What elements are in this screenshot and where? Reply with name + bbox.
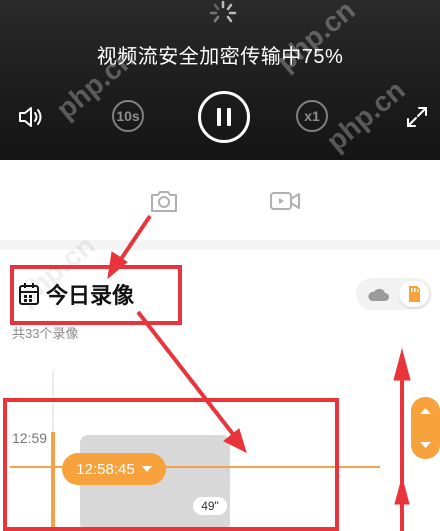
playback-speed-button[interactable]: x1 (296, 100, 328, 132)
up-down-arrows-icon (420, 408, 431, 448)
rewind-10s-button[interactable]: 10s (112, 100, 144, 132)
sd-card-icon (409, 286, 420, 302)
fullscreen-button[interactable] (402, 102, 432, 132)
watermark: php.cn (320, 74, 411, 157)
speed-label: x1 (304, 108, 320, 124)
zoom-track (401, 345, 403, 531)
sd-card-option[interactable] (399, 281, 429, 307)
rewind-label: 10s (116, 108, 140, 124)
speaker-icon (19, 107, 42, 127)
action-toolbar (0, 160, 440, 240)
video-camera-icon (270, 192, 300, 210)
pause-icon (217, 108, 221, 126)
storage-source-toggle[interactable] (356, 278, 432, 310)
volume-button[interactable] (16, 102, 46, 132)
camera-icon (151, 191, 177, 212)
recordings-count: 共33个录像 (12, 326, 79, 341)
cloud-icon (368, 288, 389, 301)
annotation-box-title (10, 265, 182, 325)
annotation-box-timeline (3, 398, 339, 531)
record-button[interactable] (266, 186, 304, 216)
loading-spinner-icon (209, 0, 237, 23)
screenshot-button[interactable] (147, 186, 181, 216)
expand-icon (407, 107, 427, 127)
timeline-scroll-handle[interactable] (411, 397, 440, 459)
pause-button[interactable] (198, 91, 250, 143)
stream-status-text: 视频流安全加密传输中75% (96, 46, 344, 68)
video-player[interactable]: 视频流安全加密传输中75% php.cn php.cn php.cn 10s x… (0, 0, 440, 160)
